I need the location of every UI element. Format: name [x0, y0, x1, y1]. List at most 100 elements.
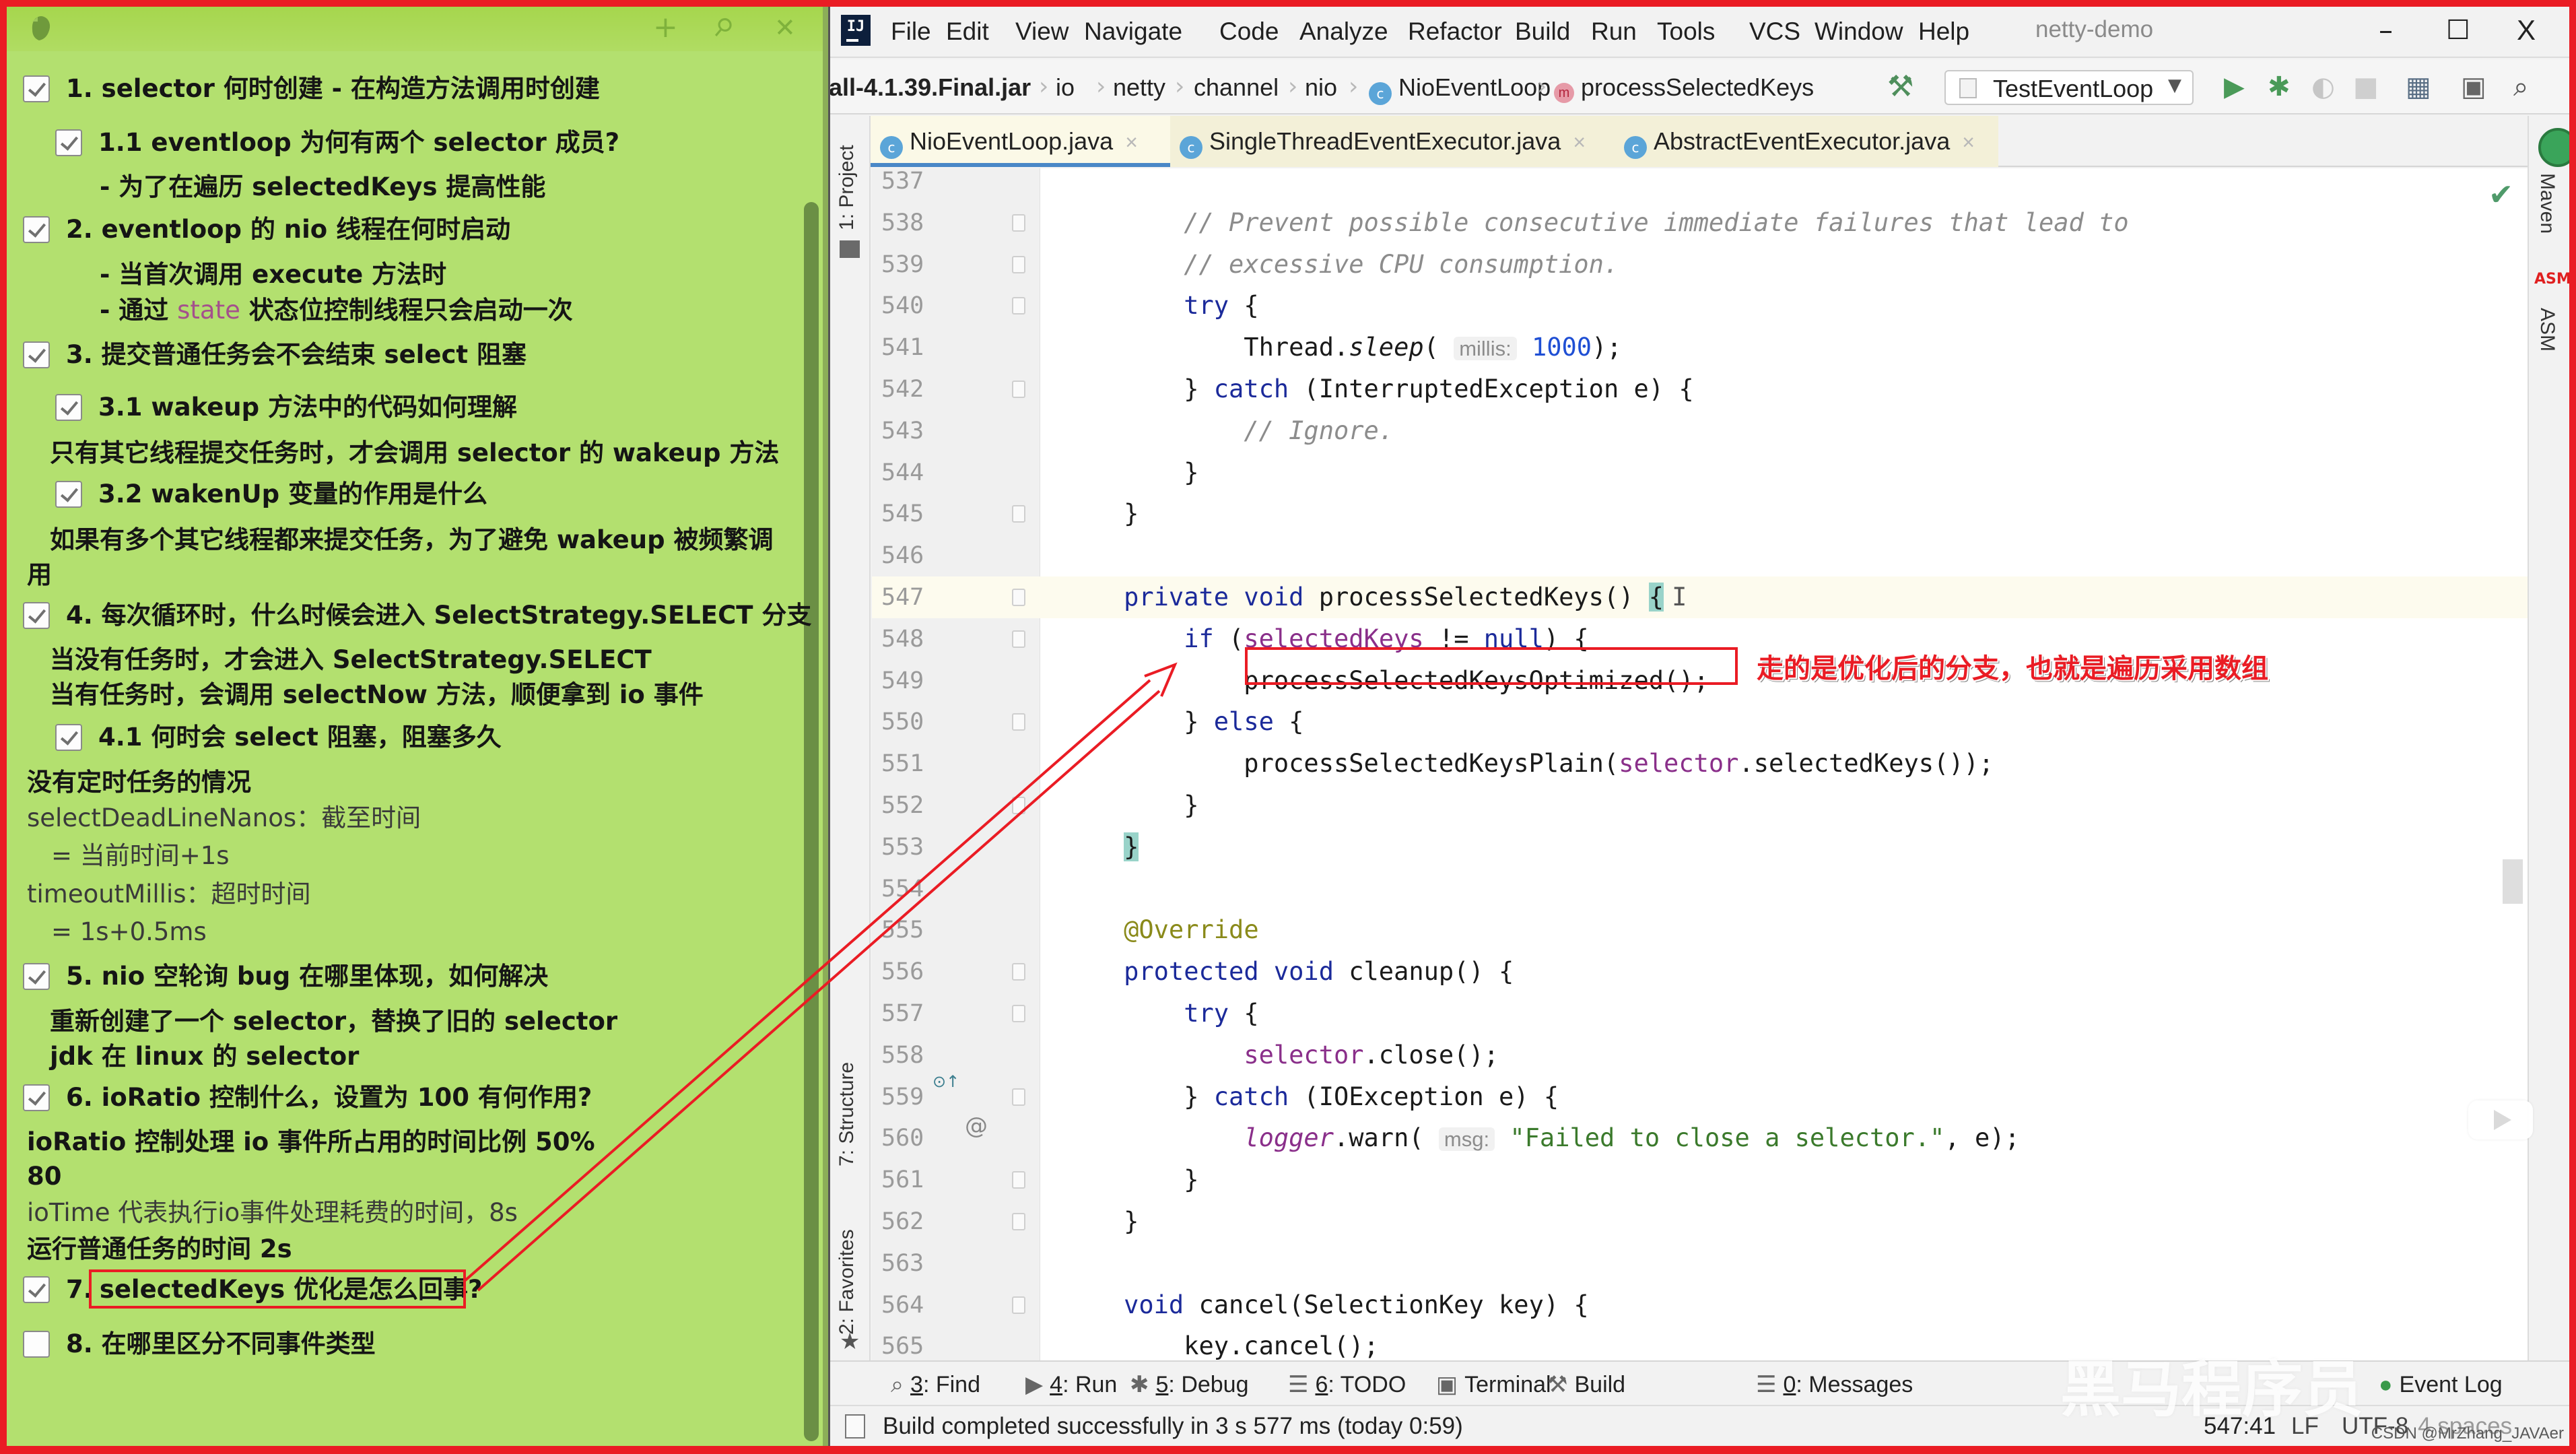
- stop-icon[interactable]: ■: [2353, 71, 2379, 102]
- code-line[interactable]: 545 }: [872, 493, 2528, 535]
- tool-window-build[interactable]: ⚒ Build: [1547, 1370, 1625, 1399]
- todo-checkbox[interactable]: [55, 129, 82, 156]
- todo-checkbox[interactable]: [23, 1331, 50, 1358]
- tab-nioeventloop[interactable]: c NioEventLoop.java ×: [871, 116, 1170, 167]
- code-line[interactable]: 562 }: [872, 1201, 2528, 1243]
- fold-marker-icon[interactable]: [1012, 630, 1025, 648]
- run-icon[interactable]: ▶: [2224, 71, 2245, 102]
- project-structure-icon[interactable]: ▦: [2406, 71, 2431, 102]
- code-line[interactable]: 558 selector.close();: [872, 1034, 2528, 1076]
- maximize-button[interactable]: ☐: [2446, 13, 2470, 47]
- fold-marker-icon[interactable]: [1012, 381, 1025, 398]
- fold-marker-icon[interactable]: [1012, 963, 1025, 981]
- fold-marker-icon[interactable]: [1012, 713, 1025, 731]
- fold-marker-icon[interactable]: [1012, 255, 1025, 273]
- pin-icon[interactable]: ⚲: [705, 9, 740, 46]
- fold-marker-icon[interactable]: [1012, 1213, 1025, 1230]
- minimize-button[interactable]: –: [2379, 13, 2393, 47]
- code-line[interactable]: 541 Thread.sleep( millis: 1000);: [872, 327, 2528, 368]
- menu-vcs[interactable]: VCS: [1749, 16, 1800, 47]
- breadcrumb-item[interactable]: io: [1056, 73, 1075, 102]
- code-line[interactable]: 537: [872, 168, 2528, 202]
- menu-view[interactable]: View: [1015, 16, 1069, 47]
- menu-tools[interactable]: Tools: [1657, 16, 1715, 47]
- code-line[interactable]: 543 // Ignore.: [872, 410, 2528, 452]
- fold-marker-icon[interactable]: [1012, 1171, 1025, 1189]
- todo-checkbox[interactable]: [23, 216, 50, 243]
- todo-checkbox[interactable]: [23, 75, 50, 102]
- close-tab-icon[interactable]: ×: [1573, 130, 1586, 154]
- tool-window-debug[interactable]: ✱ 5: Debug: [1130, 1370, 1249, 1399]
- code-line[interactable]: 539 // excessive CPU consumption.: [872, 244, 2528, 286]
- menu-window[interactable]: Window: [1815, 16, 1903, 47]
- close-window-button[interactable]: X: [2517, 13, 2536, 47]
- tool-window-event-log[interactable]: ● Event Log: [2379, 1370, 2503, 1399]
- breadcrumb-item[interactable]: channel: [1194, 73, 1279, 102]
- tab-singlethreadeventexecutor[interactable]: c SingleThreadEventExecutor.java ×: [1170, 116, 1615, 167]
- todo-checkbox[interactable]: [23, 602, 50, 629]
- breadcrumb-item[interactable]: all-4.1.39.Final.jar: [830, 73, 1031, 102]
- search-everywhere-icon[interactable]: ⌕: [2513, 71, 2528, 102]
- menu-code[interactable]: Code: [1219, 16, 1279, 47]
- code-line[interactable]: 538 // Prevent possible consecutive imme…: [872, 202, 2528, 244]
- code-editor[interactable]: 537 538 // Prevent possible consecutive i…: [872, 168, 2528, 1360]
- tab-abstracteventexecutor[interactable]: c AbstractEventExecutor.java ×: [1615, 116, 1998, 167]
- editor-scrollbar[interactable]: [2503, 859, 2523, 904]
- fold-marker-icon[interactable]: [1012, 589, 1025, 606]
- code-line[interactable]: 564 void cancel(SelectionKey key) {: [872, 1284, 2528, 1326]
- status-toggle-icon[interactable]: [845, 1414, 865, 1439]
- tab-structure[interactable]: 7: Structure: [836, 1062, 858, 1166]
- menu-analyze[interactable]: Analyze: [1299, 16, 1388, 47]
- tab-favorites[interactable]: 2: Favorites: [836, 1229, 858, 1335]
- tab-maven[interactable]: Maven: [2536, 173, 2558, 234]
- code-line[interactable]: 550 } else {: [872, 701, 2528, 743]
- menu-help[interactable]: Help: [1918, 16, 1969, 47]
- menu-build[interactable]: Build: [1515, 16, 1570, 47]
- todo-checkbox[interactable]: [23, 963, 50, 990]
- breadcrumb-item[interactable]: m processSelectedKeys: [1554, 73, 1814, 103]
- breadcrumb-item[interactable]: c NioEventLoop: [1369, 73, 1551, 105]
- code-line[interactable]: 557 try {: [872, 993, 2528, 1034]
- todo-checkbox[interactable]: [23, 1084, 50, 1111]
- tab-asm[interactable]: ASM: [2536, 308, 2558, 352]
- tool-window-search[interactable]: ⌕ 3: Find: [891, 1370, 980, 1399]
- tool-window-messages[interactable]: ☰ 0: Messages: [1756, 1370, 1913, 1399]
- code-line[interactable]: 546: [872, 535, 2528, 576]
- run-configuration-select[interactable]: TestEventLoop ▼: [1944, 70, 2194, 105]
- code-line[interactable]: 555 @Override: [872, 909, 2528, 951]
- code-line[interactable]: 552 }: [872, 785, 2528, 826]
- code-line[interactable]: 556 protected void cleanup() {: [872, 951, 2528, 993]
- code-line[interactable]: 542 } catch (InterruptedException e) {: [872, 368, 2528, 410]
- code-line[interactable]: 547 private void processSelectedKeys() {…: [872, 576, 2528, 618]
- code-line[interactable]: 563: [872, 1243, 2528, 1284]
- breadcrumb-item[interactable]: nio: [1305, 73, 1337, 102]
- coverage-icon[interactable]: ◐: [2311, 71, 2335, 102]
- tab-project[interactable]: 1: Project: [836, 145, 858, 230]
- add-note-button[interactable]: +: [653, 11, 678, 44]
- video-player-icon[interactable]: [2468, 1100, 2533, 1139]
- close-tab-icon[interactable]: ×: [1962, 130, 1975, 154]
- todo-checkbox[interactable]: [23, 341, 50, 368]
- todo-checkbox[interactable]: [55, 481, 82, 508]
- build-hammer-icon[interactable]: ⚒: [1887, 71, 1913, 102]
- code-line[interactable]: 554: [872, 868, 2528, 910]
- fold-marker-icon[interactable]: [1012, 213, 1025, 232]
- breadcrumb-item[interactable]: netty: [1113, 73, 1165, 102]
- code-line[interactable]: 561 }: [872, 1159, 2528, 1201]
- menu-file[interactable]: File: [891, 16, 931, 47]
- close-notes-button[interactable]: ✕: [774, 11, 796, 44]
- fold-marker-icon[interactable]: [1012, 797, 1025, 814]
- menu-run[interactable]: Run: [1591, 16, 1637, 47]
- debug-icon[interactable]: ✱: [2268, 71, 2291, 102]
- fold-marker-icon[interactable]: [1012, 297, 1025, 315]
- menu-edit[interactable]: Edit: [946, 16, 989, 47]
- fold-marker-icon[interactable]: [1012, 1088, 1025, 1106]
- code-line[interactable]: 540 try {: [872, 285, 2528, 327]
- presentation-icon[interactable]: ▣: [2461, 71, 2486, 102]
- code-line[interactable]: 544 }: [872, 452, 2528, 494]
- code-line[interactable]: 560 logger.warn( msg: "Failed to close a…: [872, 1117, 2528, 1159]
- code-line[interactable]: 559 } catch (IOException e) {: [872, 1076, 2528, 1118]
- notes-scrollbar[interactable]: [804, 202, 819, 1441]
- todo-checkbox[interactable]: [23, 1276, 50, 1303]
- fold-marker-icon[interactable]: [1012, 1296, 1025, 1314]
